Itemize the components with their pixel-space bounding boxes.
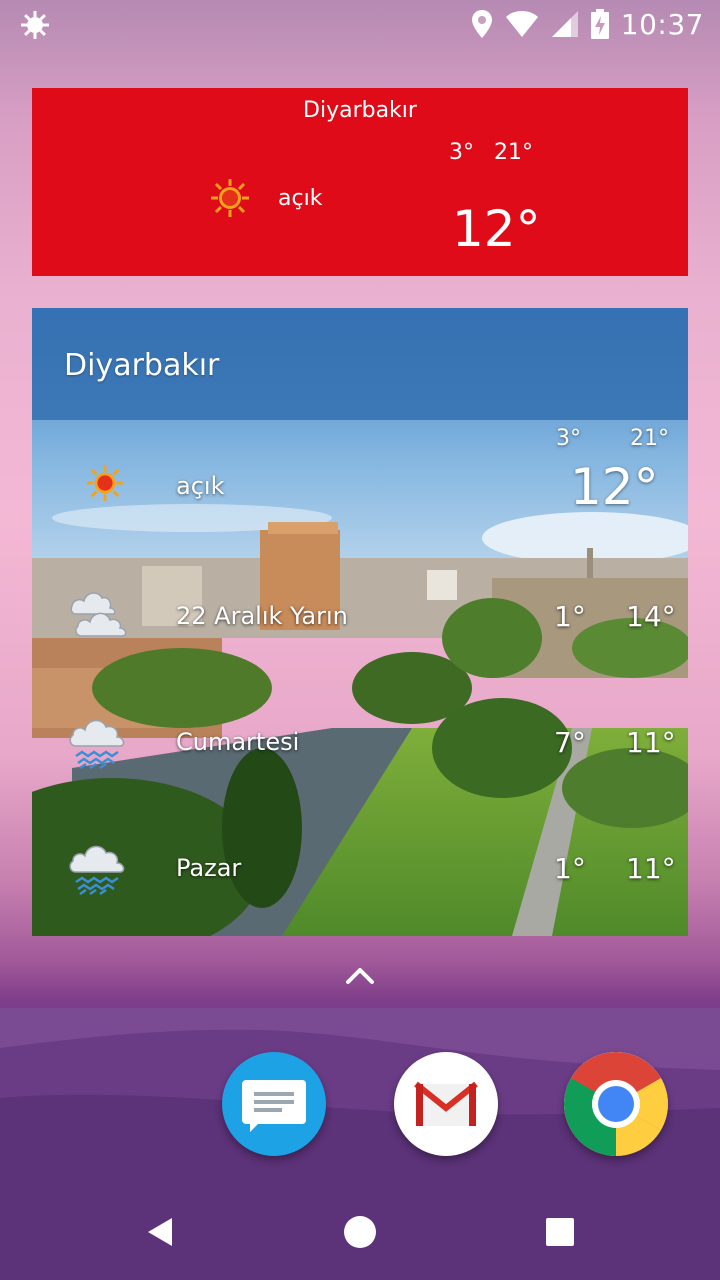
widget-city: Diyarbakır	[64, 348, 220, 383]
weather-condition: açık	[176, 472, 225, 500]
forecast-high: 11°	[626, 852, 676, 885]
rain-cloud-icon	[69, 719, 125, 770]
widget-city: Diyarbakır	[303, 98, 417, 123]
forecast-low: 7°	[554, 726, 586, 759]
forecast-row: Cumartesi 7° 11°	[32, 706, 688, 786]
home-button[interactable]	[334, 1206, 386, 1258]
back-button[interactable]	[134, 1206, 186, 1258]
forecast-day: Pazar	[176, 854, 242, 882]
high-temperature: 21°	[494, 140, 533, 165]
forecast-row: 22 Aralık Yarın 1° 14°	[32, 580, 688, 660]
home-icon	[344, 1216, 376, 1248]
forecast-high: 14°	[626, 600, 676, 633]
chrome-icon	[564, 1052, 668, 1156]
forecast-low: 1°	[554, 600, 586, 633]
wifi-icon	[505, 11, 538, 37]
weather-condition: açık	[278, 186, 323, 211]
forecast-row: Pazar 1° 11°	[32, 832, 688, 912]
messages-icon	[242, 1080, 306, 1132]
forecast-day: 22 Aralık Yarın	[176, 602, 348, 630]
clock: 10:37	[620, 7, 704, 41]
messages-app-icon[interactable]	[222, 1052, 326, 1156]
low-temperature: 3°	[449, 140, 474, 165]
forecast-day: Cumartesi	[176, 728, 300, 756]
signal-icon	[551, 11, 578, 37]
weather-sun-icon	[21, 11, 49, 39]
forecast-high: 11°	[626, 726, 676, 759]
app-drawer-chevron-up-icon[interactable]	[344, 962, 376, 990]
battery-charging-icon	[590, 9, 609, 39]
rain-cloud-icon	[69, 845, 125, 896]
current-temperature: 12°	[570, 458, 659, 516]
cloud-icon	[70, 592, 127, 637]
navigation-bar	[0, 1184, 720, 1280]
high-temperature: 21°	[630, 426, 669, 451]
status-bar: 10:37	[0, 0, 720, 48]
widget-header: Diyarbakır	[32, 308, 688, 420]
chrome-app-icon[interactable]	[564, 1052, 668, 1156]
sun-icon	[86, 464, 124, 502]
forecast-low: 1°	[554, 852, 586, 885]
low-temperature: 3°	[556, 426, 581, 451]
location-pin-icon	[471, 10, 492, 38]
back-icon	[148, 1218, 172, 1246]
current-temperature: 12°	[452, 200, 541, 258]
weather-widget-large[interactable]: Diyarbakır 3° 21° açık 12° 22 Aralık Yar…	[32, 308, 688, 936]
weather-widget-small[interactable]: Diyarbakır 3° 21° açık 12°	[32, 88, 688, 276]
recents-button[interactable]	[534, 1206, 586, 1258]
gmail-icon	[414, 1081, 478, 1126]
sun-icon	[211, 179, 249, 217]
gmail-app-icon[interactable]	[394, 1052, 498, 1156]
recents-icon	[546, 1218, 574, 1246]
